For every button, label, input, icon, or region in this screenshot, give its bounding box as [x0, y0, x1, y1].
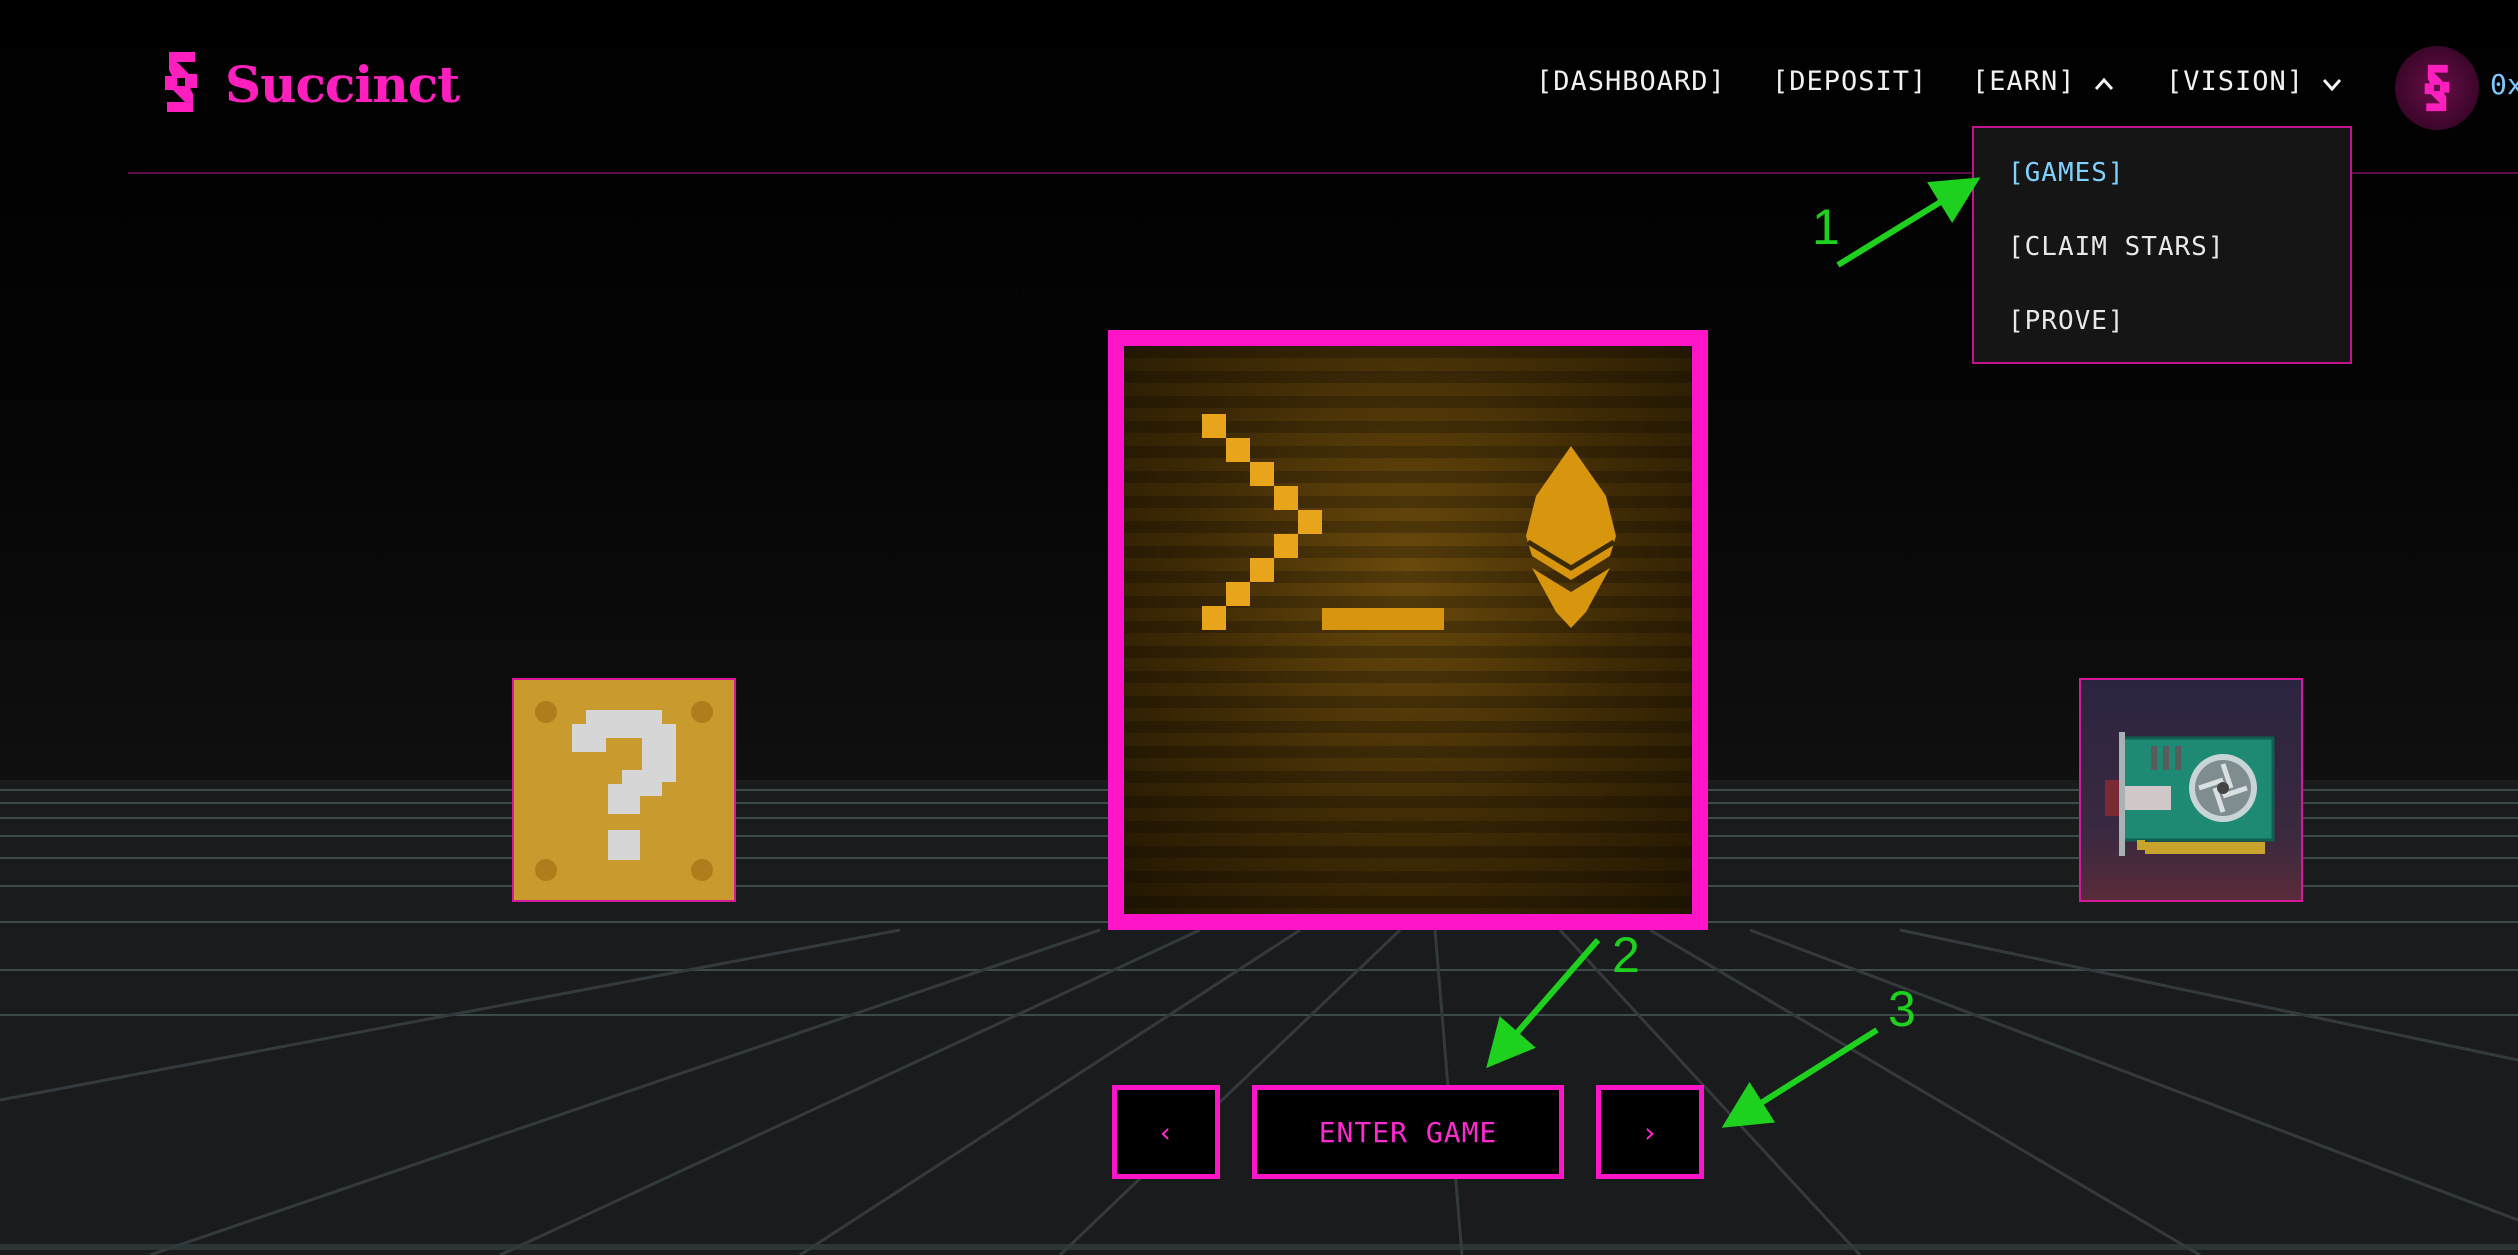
- nav-dashboard[interactable]: [DASHBOARD]: [1536, 66, 1726, 97]
- nav-earn[interactable]: [EARN]: [1972, 66, 2114, 98]
- succinct-logo-icon: [2424, 64, 2450, 112]
- succinct-logo-icon: [155, 48, 207, 120]
- nav-deposit[interactable]: [DEPOSIT]: [1772, 66, 1927, 97]
- menu-item-claim-stars[interactable]: [CLAIM STARS]: [2008, 232, 2225, 262]
- chevron-down-icon: [2322, 67, 2342, 98]
- gpu-card-icon: [2105, 732, 2275, 856]
- annotation-label-1: 1: [1812, 199, 1840, 255]
- nav-vision[interactable]: [VISION]: [2166, 66, 2342, 98]
- question-block-icon: [535, 701, 713, 881]
- annotation-label-3: 3: [1888, 981, 1916, 1037]
- next-game-button[interactable]: ›: [1596, 1085, 1704, 1179]
- terminal-ethereum-icon: [1202, 414, 1616, 630]
- brand-name: Succinct: [225, 54, 460, 114]
- earn-dropdown-menu: [GAMES] [CLAIM STARS] [PROVE]: [1972, 126, 2352, 364]
- annotation-label-2: 2: [1612, 927, 1640, 983]
- game-card-question-block[interactable]: [512, 678, 736, 902]
- game-card-selected[interactable]: [1108, 330, 1708, 930]
- chevron-left-icon: ‹: [1157, 1115, 1175, 1149]
- chevron-up-icon: [2094, 67, 2114, 98]
- menu-item-prove[interactable]: [PROVE]: [2008, 306, 2125, 336]
- menu-item-games[interactable]: [GAMES]: [2008, 158, 2125, 188]
- wallet-address[interactable]: 0x: [2490, 68, 2518, 101]
- nav-earn-label: [EARN]: [1972, 66, 2076, 97]
- enter-game-button[interactable]: ENTER GAME: [1252, 1085, 1564, 1179]
- brand-logo[interactable]: Succinct: [155, 48, 460, 120]
- nav-vision-label: [VISION]: [2166, 66, 2305, 97]
- game-card-gpu[interactable]: [2079, 678, 2303, 902]
- previous-game-button[interactable]: ‹: [1112, 1085, 1220, 1179]
- chevron-right-icon: ›: [1641, 1115, 1659, 1149]
- avatar[interactable]: [2395, 46, 2479, 130]
